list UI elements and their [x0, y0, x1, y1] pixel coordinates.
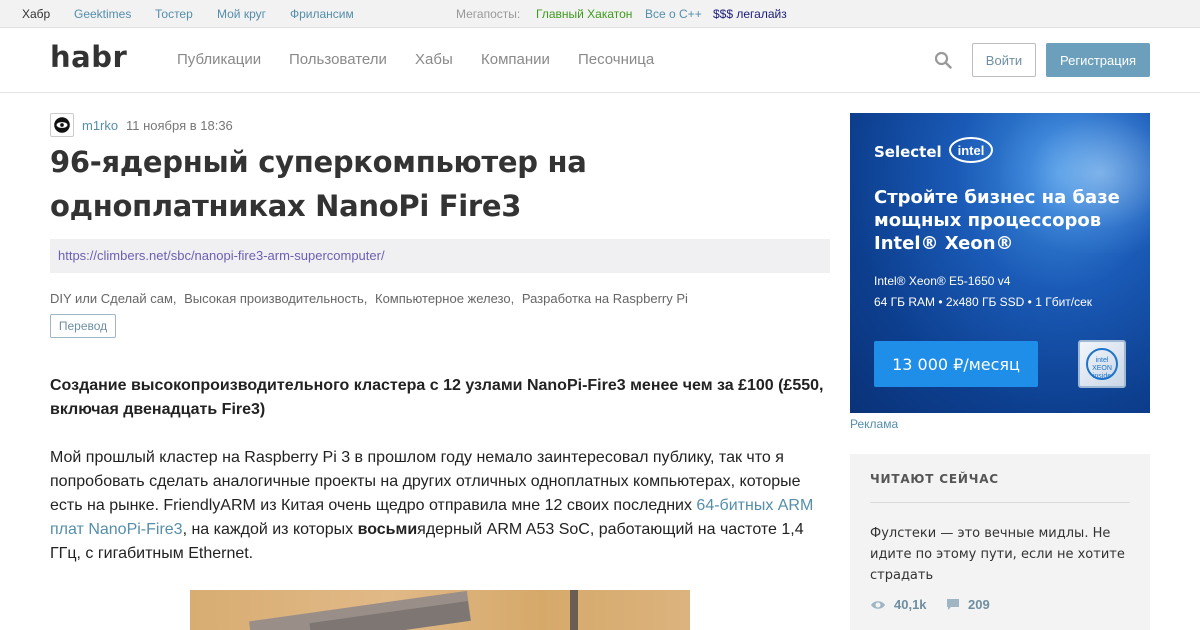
ad-spec-cpu: Intel® Xeon® E5-1650 v4: [874, 274, 1011, 288]
chip-label: intel XEON inside: [1086, 348, 1118, 380]
source-url-link[interactable]: https://climbers.net/sbc/nanopi-fire3-ar…: [50, 239, 830, 273]
hub-link-raspberry-pi[interactable]: Разработка на Raspberry Pi: [522, 291, 688, 306]
login-button[interactable]: Войти: [972, 43, 1036, 77]
habr-logo[interactable]: habr: [50, 40, 127, 74]
nav-item-publications[interactable]: Публикации: [177, 51, 261, 68]
post-paragraph: Мой прошлый кластер на Raspberry Pi 3 в …: [50, 446, 830, 566]
author-username[interactable]: m1rko: [82, 118, 118, 133]
ad-headline: Стройте бизнес на базе мощных процессоро…: [874, 187, 1120, 254]
network-link-geektimes[interactable]: Geektimes: [74, 7, 131, 21]
nav-item-users[interactable]: Пользователи: [289, 51, 387, 68]
megapost-link-cpp[interactable]: Все о С++: [645, 7, 702, 21]
post-hubs: DIY или Сделай сам, Высокая производител…: [50, 291, 692, 306]
post-title: 96-ядерный суперкомпьютер на одноплатник…: [50, 145, 587, 223]
reading-now-title: ЧИТАЮТ СЕЙЧАС: [870, 472, 999, 486]
views-count: 40,1k: [894, 597, 927, 612]
register-button[interactable]: Регистрация: [1046, 43, 1150, 77]
paragraph-text-2: , на каждой из которых: [182, 521, 358, 538]
site-header: habr Публикации Пользователи Хабы Компан…: [0, 28, 1200, 93]
reading-now-widget: ЧИТАЮТ СЕЙЧАС Фулстеки — это вечные мидл…: [850, 454, 1150, 630]
ad-price-button[interactable]: 13 000 ₽/месяц: [874, 341, 1038, 387]
nav-item-companies[interactable]: Компании: [481, 51, 550, 68]
hub-link-hpc[interactable]: Высокая производительность,: [184, 291, 367, 306]
advertisement-banner[interactable]: Selectel intel Стройте бизнес на базе мо…: [850, 113, 1150, 413]
translation-badge[interactable]: Перевод: [50, 314, 116, 338]
nav-item-hubs[interactable]: Хабы: [415, 51, 453, 68]
megapost-link-hackathon[interactable]: Главный Хакатон: [536, 7, 632, 21]
selectel-logo: Selectel: [874, 143, 942, 161]
network-link-toster[interactable]: Тостер: [155, 7, 193, 21]
article-image: [190, 590, 690, 630]
hub-link-diy[interactable]: DIY или Сделай сам,: [50, 291, 177, 306]
paragraph-text-1: Мой прошлый кластер на Raspberry Pi 3 в …: [50, 449, 801, 514]
nav-item-sandbox[interactable]: Песочница: [578, 51, 654, 68]
search-icon[interactable]: [934, 51, 952, 69]
network-link-freelansim[interactable]: Фрилансим: [290, 7, 354, 21]
reading-now-post-link[interactable]: Фулстеки — это вечные мидлы. Не идите по…: [870, 523, 1125, 586]
megapost-link-legalize[interactable]: $$$ легалайз: [713, 7, 787, 21]
post-date: 11 ноября в 18:36: [126, 118, 233, 133]
author-avatar[interactable]: [50, 113, 74, 137]
paragraph-bold-text: восьми: [357, 521, 418, 538]
megaposts-label: Мегапосты:: [456, 7, 521, 21]
image-cable: [570, 590, 578, 630]
comments-count[interactable]: 209: [968, 597, 990, 612]
ad-label[interactable]: Реклама: [850, 417, 898, 431]
comment-icon: [947, 599, 959, 610]
eye-icon: [871, 601, 885, 609]
intel-logo: intel: [949, 137, 993, 163]
network-link-moi-krug[interactable]: Мой круг: [217, 7, 266, 21]
intel-logo-text: intel: [958, 143, 985, 158]
intel-xeon-chip-icon: intel XEON inside: [1078, 340, 1126, 388]
network-link-habr[interactable]: Хабр: [22, 7, 50, 21]
hub-link-hardware[interactable]: Компьютерное железо,: [375, 291, 514, 306]
divider: [870, 502, 1130, 503]
network-bar: Хабр Geektimes Тостер Мой круг Фрилансим…: [0, 0, 1200, 28]
post-lead: Создание высокопроизводительного кластер…: [50, 377, 824, 418]
ad-spec-config: 64 ГБ RAM • 2x480 ГБ SSD • 1 Гбит/сек: [874, 295, 1093, 309]
